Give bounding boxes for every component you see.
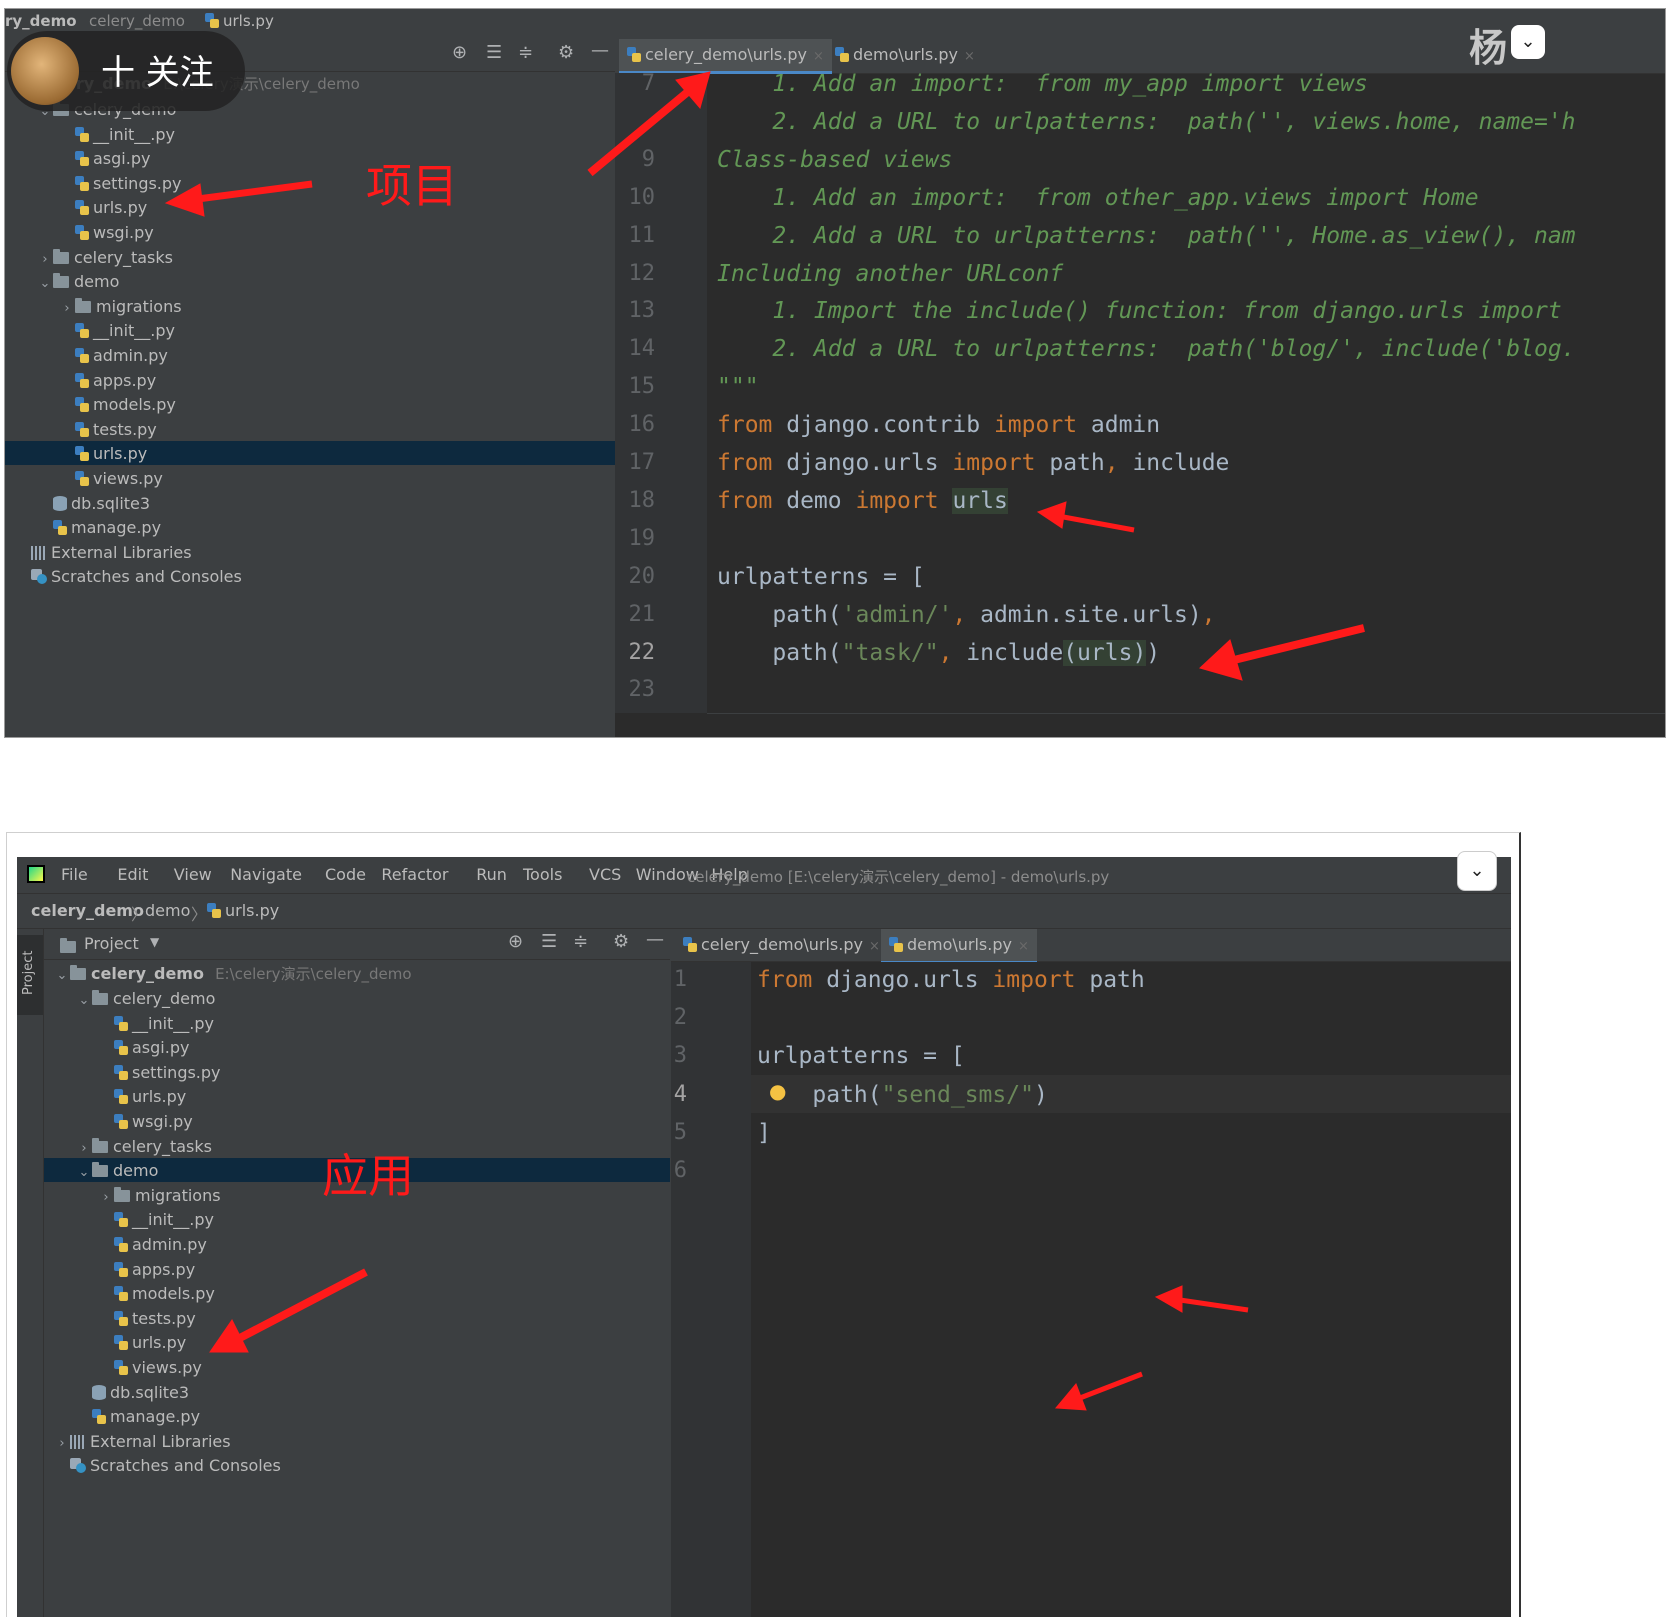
arrow-shaft xyxy=(1225,624,1365,666)
arrow-head xyxy=(1054,1383,1087,1411)
arrow-head xyxy=(1199,639,1243,681)
arrow-head xyxy=(675,71,711,110)
annotation-arrows-bottom xyxy=(209,1268,1249,1411)
arrow-shaft xyxy=(587,86,693,177)
arrow-head xyxy=(1154,1285,1183,1313)
arrow-shaft xyxy=(234,1268,368,1344)
arrow-shaft xyxy=(189,180,313,204)
arrow-head xyxy=(1036,501,1067,529)
arrow-head xyxy=(164,183,205,217)
arrow-shaft xyxy=(1079,1371,1143,1401)
arrow-shaft xyxy=(1179,1297,1249,1313)
arrow-shaft xyxy=(1057,513,1135,533)
annotation-arrows-top xyxy=(164,71,1365,681)
